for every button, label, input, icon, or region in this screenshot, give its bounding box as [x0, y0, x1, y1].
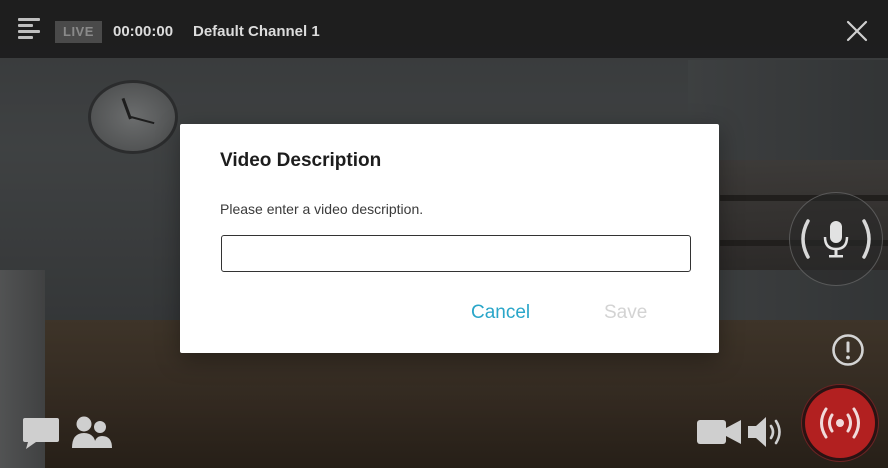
chat-icon[interactable]: [22, 416, 60, 450]
video-camera-icon[interactable]: [697, 418, 743, 446]
cancel-button[interactable]: Cancel: [471, 302, 530, 324]
menu-icon[interactable]: [18, 17, 40, 39]
users-icon[interactable]: [70, 414, 114, 450]
dialog-title: Video Description: [220, 150, 382, 171]
channel-name: Default Channel 1: [193, 23, 320, 40]
broadcast-icon: [820, 407, 860, 439]
video-description-input[interactable]: [221, 235, 691, 272]
live-stream-screen: LIVE 00:00:00 Default Channel 1 Video De…: [0, 0, 888, 468]
close-icon[interactable]: [846, 20, 868, 42]
live-badge: LIVE: [55, 21, 102, 43]
go-live-button[interactable]: [805, 388, 875, 458]
microphone-icon: [801, 219, 871, 259]
dialog-message: Please enter a video description.: [220, 201, 424, 217]
save-button[interactable]: Save: [604, 302, 647, 324]
stream-timer: 00:00:00: [113, 23, 174, 40]
top-bar: LIVE 00:00:00 Default Channel 1: [0, 0, 888, 58]
alert-icon[interactable]: [831, 333, 865, 367]
mute-mic-button[interactable]: [789, 192, 883, 286]
speaker-icon[interactable]: [746, 414, 788, 450]
video-description-dialog: Video Description Please enter a video d…: [180, 124, 719, 353]
